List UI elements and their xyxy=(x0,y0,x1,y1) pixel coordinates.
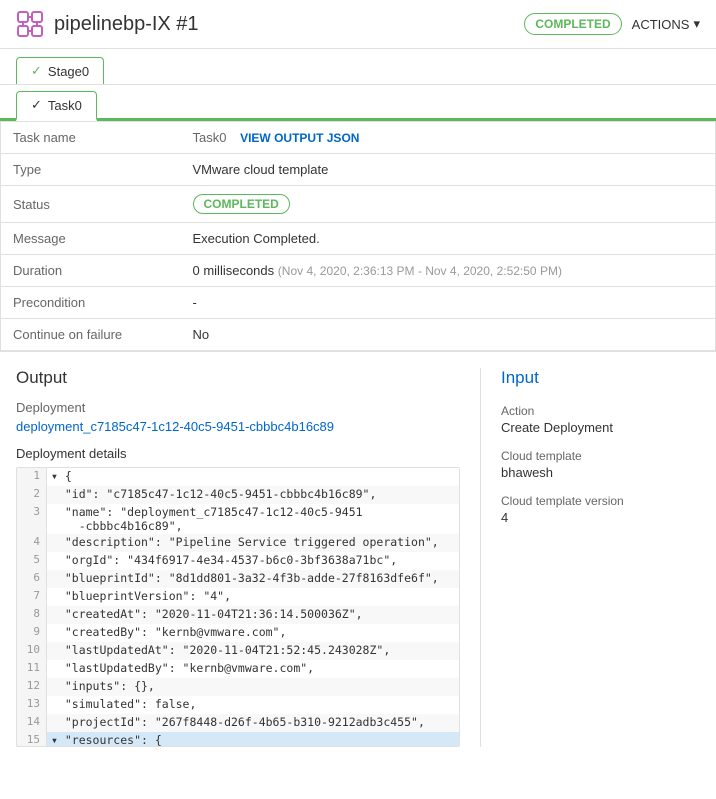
line-number: 12 xyxy=(17,678,47,696)
input-title: Input xyxy=(501,368,700,388)
line-number: 4 xyxy=(17,534,47,552)
duration-row: Duration 0 milliseconds (Nov 4, 2020, 2:… xyxy=(1,255,716,287)
line-number: 1 xyxy=(17,468,47,486)
line-content: "blueprintVersion": "4", xyxy=(47,588,235,606)
message-value: Execution Completed. xyxy=(181,223,716,255)
output-title: Output xyxy=(16,368,460,388)
type-row: Type VMware cloud template xyxy=(1,154,716,186)
action-value: Create Deployment xyxy=(501,420,700,435)
line-content: ▾ "resources": { xyxy=(47,732,166,747)
line-number: 7 xyxy=(17,588,47,606)
duration-note: (Nov 4, 2020, 2:36:13 PM - Nov 4, 2020, … xyxy=(278,264,562,278)
deployment-label: Deployment xyxy=(16,400,460,415)
line-number: 6 xyxy=(17,570,47,588)
cloud-template-version-label: Cloud template version xyxy=(501,494,700,508)
task-name-value: Task0 VIEW OUTPUT JSON xyxy=(181,122,716,154)
continue-label: Continue on failure xyxy=(1,319,181,351)
status-badge: COMPLETED xyxy=(193,194,290,214)
message-label: Message xyxy=(1,223,181,255)
precondition-label: Precondition xyxy=(1,287,181,319)
actions-button[interactable]: ACTIONS ▾ xyxy=(632,16,700,32)
deployment-details-label: Deployment details xyxy=(16,446,460,461)
input-column: Input Action Create Deployment Cloud tem… xyxy=(480,368,700,747)
type-label: Type xyxy=(1,154,181,186)
precondition-value: - xyxy=(181,287,716,319)
deployment-link[interactable]: deployment_c7185c47-1c12-40c5-9451-cbbbc… xyxy=(16,419,460,434)
line-number: 3 xyxy=(17,504,47,534)
chevron-down-icon: ▾ xyxy=(693,16,700,32)
line-content: "id": "c7185c47-1c12-40c5-9451-cbbbc4b16… xyxy=(47,486,380,504)
line-content: "orgId": "434f6917-4e34-4537-b6c0-3bf363… xyxy=(47,552,401,570)
line-content: ▾ { xyxy=(47,468,76,486)
cloud-template-value: bhawesh xyxy=(501,465,700,480)
status-row: Status COMPLETED xyxy=(1,186,716,223)
status-label: Status xyxy=(1,186,181,223)
line-content: "description": "Pipeline Service trigger… xyxy=(47,534,443,552)
view-output-link[interactable]: VIEW OUTPUT JSON xyxy=(240,131,359,145)
task-name-link[interactable]: Task0 xyxy=(193,130,227,145)
pipeline-icon xyxy=(16,10,44,38)
line-number: 2 xyxy=(17,486,47,504)
stage-tabs: ✓ Stage0 xyxy=(0,49,716,85)
line-number: 11 xyxy=(17,660,47,678)
line-content: "blueprintId": "8d1dd801-3a32-4f3b-adde-… xyxy=(47,570,443,588)
line-content: "simulated": false, xyxy=(47,696,200,714)
details-table: Task name Task0 VIEW OUTPUT JSON Type VM… xyxy=(0,121,716,351)
cloud-template-label: Cloud template xyxy=(501,449,700,463)
status-badge: COMPLETED xyxy=(524,13,621,35)
task0-tab[interactable]: ✓ Task0 xyxy=(16,91,97,121)
line-number: 5 xyxy=(17,552,47,570)
json-viewer: 1▾ {2 "id": "c7185c47-1c12-40c5-9451-cbb… xyxy=(16,467,460,747)
line-content: "createdAt": "2020-11-04T21:36:14.500036… xyxy=(47,606,367,624)
line-content: "lastUpdatedAt": "2020-11-04T21:52:45.24… xyxy=(47,642,394,660)
line-content: "createdBy": "kernb@vmware.com", xyxy=(47,624,290,642)
line-content: "projectId": "267f8448-d26f-4b65-b310-92… xyxy=(47,714,429,732)
line-number: 14 xyxy=(17,714,47,732)
task-name-label: Task name xyxy=(1,122,181,154)
line-number: 9 xyxy=(17,624,47,642)
duration-text: 0 milliseconds xyxy=(193,263,275,278)
stage0-tab[interactable]: ✓ Stage0 xyxy=(16,57,104,84)
line-number: 8 xyxy=(17,606,47,624)
precondition-row: Precondition - xyxy=(1,287,716,319)
output-input-section: Output Deployment deployment_c7185c47-1c… xyxy=(0,351,716,763)
duration-value: 0 milliseconds (Nov 4, 2020, 2:36:13 PM … xyxy=(181,255,716,287)
message-row: Message Execution Completed. xyxy=(1,223,716,255)
page-header: pipelinebp-IX #1 COMPLETED ACTIONS ▾ xyxy=(0,0,716,49)
line-content: "inputs": {}, xyxy=(47,678,159,696)
page-title: pipelinebp-IX #1 xyxy=(54,13,514,36)
line-content: "lastUpdatedBy": "kernb@vmware.com", xyxy=(47,660,318,678)
continue-value: No xyxy=(181,319,716,351)
check-icon: ✓ xyxy=(31,97,42,113)
status-value: COMPLETED xyxy=(181,186,716,223)
line-number: 10 xyxy=(17,642,47,660)
cloud-template-version-value: 4 xyxy=(501,510,700,525)
duration-label: Duration xyxy=(1,255,181,287)
line-number: 15 xyxy=(17,732,47,747)
check-icon: ✓ xyxy=(31,63,42,79)
action-label: Action xyxy=(501,404,700,418)
task-tabs: ✓ Task0 xyxy=(0,85,716,121)
line-content: "name": "deployment_c7185c47-1c12-40c5-9… xyxy=(47,504,367,534)
output-column: Output Deployment deployment_c7185c47-1c… xyxy=(16,368,480,747)
task-name-row: Task name Task0 VIEW OUTPUT JSON xyxy=(1,122,716,154)
continue-row: Continue on failure No xyxy=(1,319,716,351)
type-value: VMware cloud template xyxy=(181,154,716,186)
line-number: 13 xyxy=(17,696,47,714)
